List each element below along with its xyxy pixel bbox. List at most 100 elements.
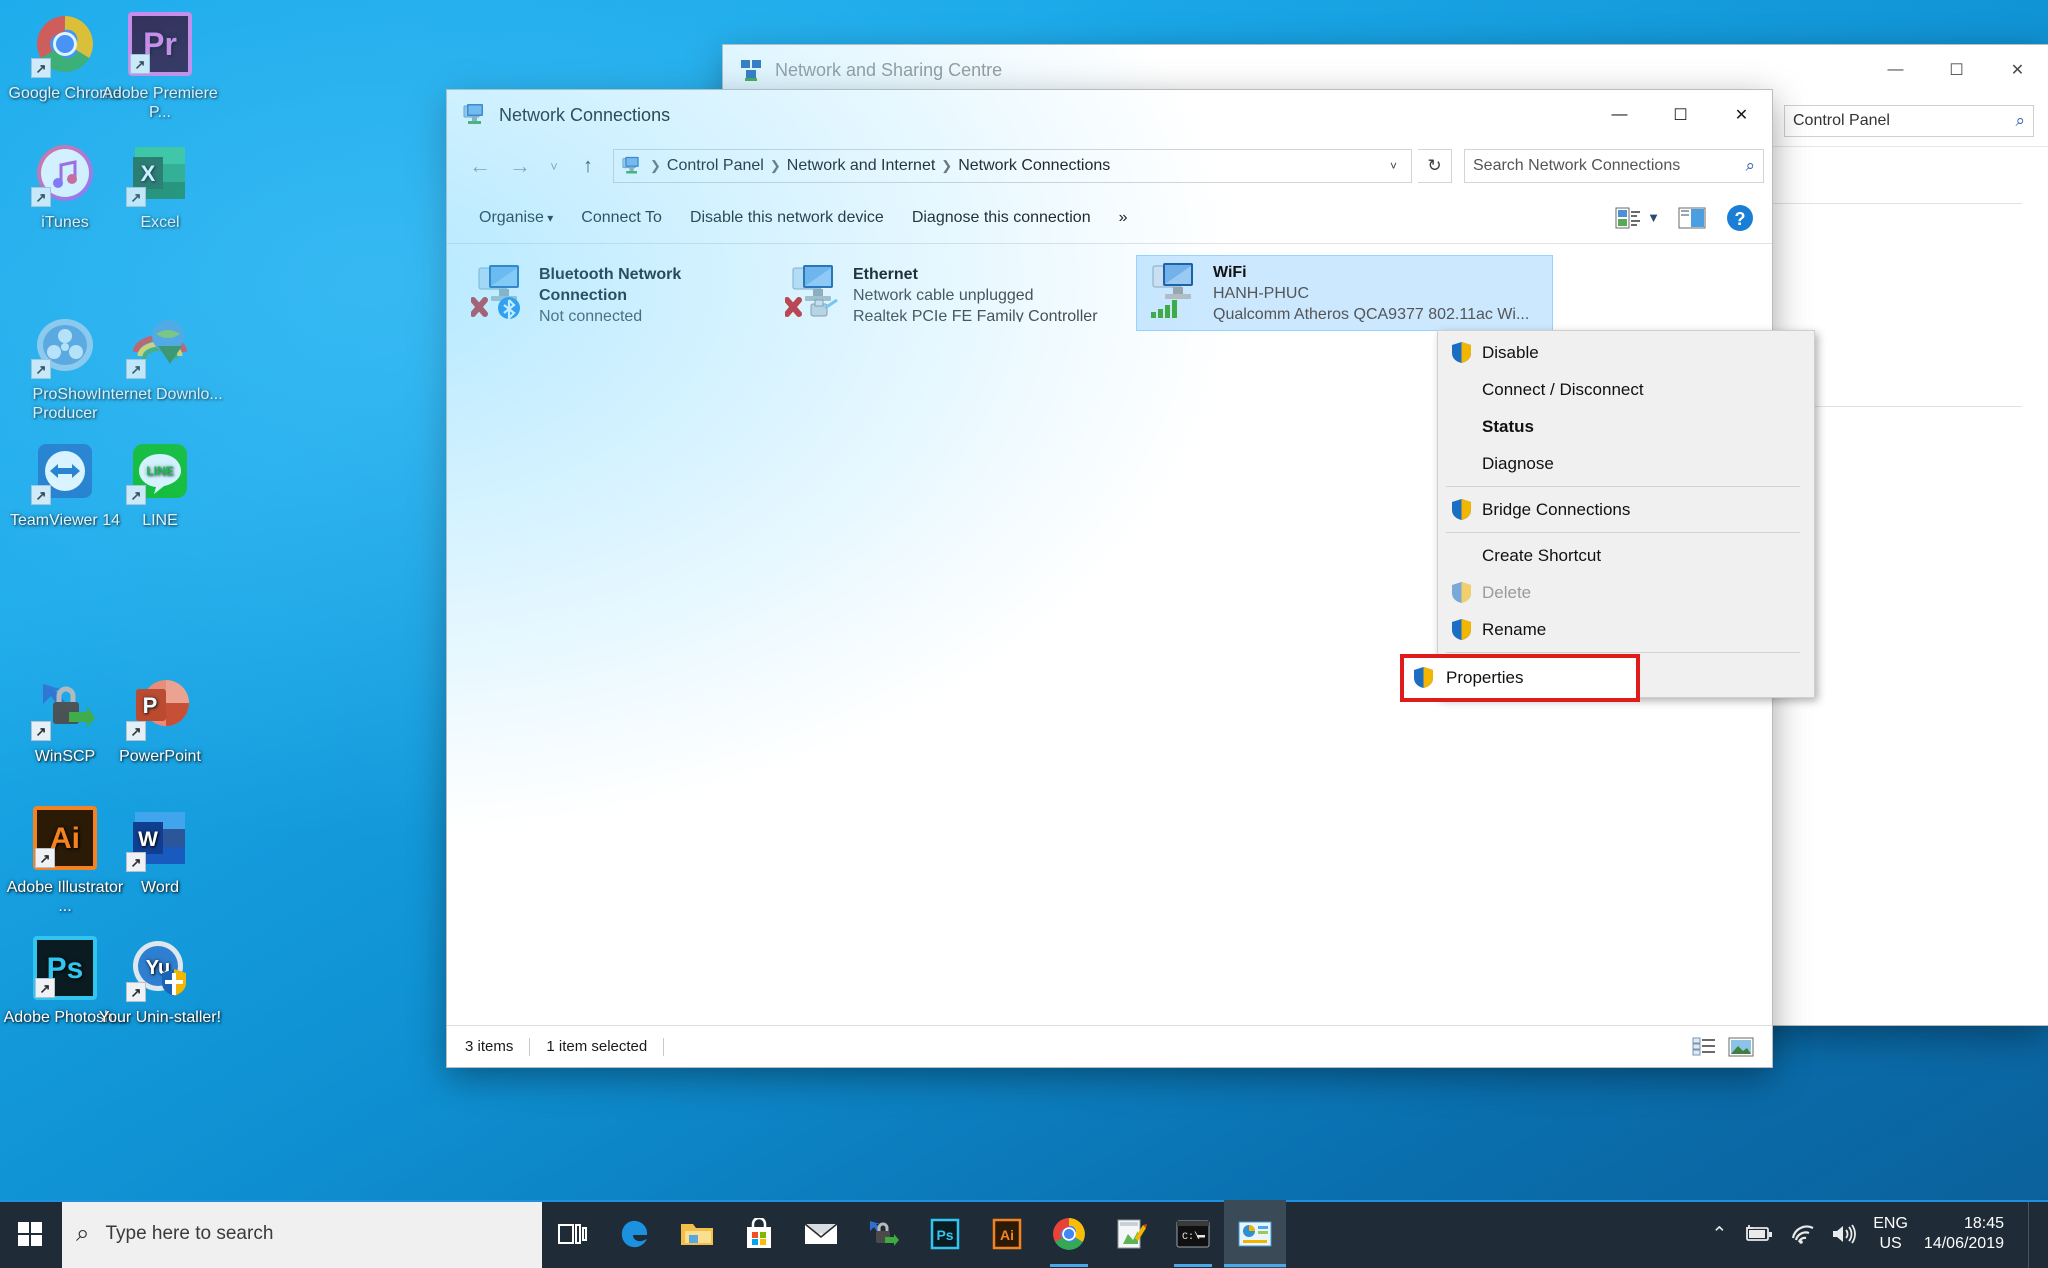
connection-text: Ethernet Network cable unplugged Realtek… [847,264,1098,322]
nc-titlebar[interactable]: Network Connections — ☐ ✕ [447,90,1772,140]
desktop-icon-adobe-premiere[interactable]: Pr ↗ Adobe Premiere P... [95,12,225,122]
help-icon[interactable]: ? [1712,204,1754,232]
taskbar-file-explorer-button[interactable] [666,1200,728,1268]
taskbar-search-input[interactable]: ⌕ Type here to search [62,1200,542,1268]
details-view-icon[interactable] [1692,1037,1716,1057]
connection-item-bluetooth[interactable]: Bluetooth Network Connection Not connect… [463,258,773,328]
nsc-close-button[interactable]: ✕ [1987,45,2048,95]
context-menu-item-diagnose[interactable]: Diagnose [1438,445,1814,482]
taskbar-microsoft-store-button[interactable] [728,1200,790,1268]
properties-highlight-content[interactable]: Properties [1400,654,1640,702]
desktop-icon-word[interactable]: W ↗ Word [95,806,225,897]
status-divider [529,1037,531,1056]
desktop-icon-label: PowerPoint [119,748,201,765]
connection-status: HANH-PHUC [1213,285,1309,302]
show-hidden-icons-chevron-up-icon[interactable]: ⌃ [1711,1223,1727,1246]
start-button[interactable] [0,1200,62,1268]
nc-close-button[interactable]: ✕ [1711,90,1772,140]
connection-device: Qualcomm Atheros QCA9377 802.11ac Wi... [1213,306,1530,323]
change-view-chevron-down-icon[interactable]: ▼ [1647,210,1660,225]
taskbar-control-panel-button[interactable] [1224,1200,1286,1268]
forward-button[interactable]: → [501,147,539,185]
desktop: ↗ Google Chrome Pr ↗ Adobe Premiere P...… [0,0,2048,1268]
context-menu-item-rename[interactable]: Rename [1438,611,1814,648]
nsc-search-text: Control Panel [1793,111,1890,129]
desktop-icon-your-uninstaller[interactable]: Yu ↗ Your Unin-staller! [95,936,225,1027]
context-menu-separator [1446,532,1800,533]
desktop-icon-label: Adobe Premiere P... [102,85,218,121]
language-indicator[interactable]: ENG US [1873,1214,1908,1254]
breadcrumb-item-network-connections[interactable]: Network Connections [954,157,1114,175]
context-menu-separator [1446,652,1800,653]
nc-minimize-button[interactable]: — [1589,90,1650,140]
taskbar-winscp-button[interactable] [852,1200,914,1268]
desktop-icon-label: Excel [140,214,180,231]
preview-pane-icon[interactable] [1666,206,1706,230]
shortcut-arrow-icon: ↗ [31,187,51,207]
itunes-icon: ↗ [31,141,97,207]
desktop-icon-excel[interactable]: X ↗ Excel [95,141,225,232]
breadcrumb-item-control-panel[interactable]: Control Panel [663,157,768,175]
organise-button[interactable]: Organise [465,203,567,233]
status-selection-count: 1 item selected [546,1038,648,1055]
desktop-icon-line[interactable]: LINE ↗ LINE [95,439,225,530]
taskbar-illustrator-button[interactable]: Ai [976,1200,1038,1268]
breadcrumb[interactable]: ❯ Control Panel ❯ Network and Internet ❯… [613,149,1412,183]
context-menu-item-bridge-connections[interactable]: Bridge Connections [1438,491,1814,528]
shortcut-arrow-icon: ↗ [126,852,146,872]
search-input[interactable]: Search Network Connections ⌕ [1464,149,1764,183]
context-menu-item-create-shortcut[interactable]: Create Shortcut [1438,537,1814,574]
taskbar-notepad-editor-button[interactable] [1100,1200,1162,1268]
connect-to-button[interactable]: Connect To [567,203,676,233]
svg-text:P: P [143,693,158,718]
clock-time: 18:45 [1963,1215,2004,1232]
nsc-minimize-button[interactable]: — [1865,45,1926,95]
disable-network-device-button[interactable]: Disable this network device [676,203,898,233]
photoshop-icon: Ps ↗ [33,936,97,1000]
taskbar-mail-button[interactable] [790,1200,852,1268]
svg-text:X: X [141,161,156,186]
nsc-titlebar[interactable]: Network and Sharing Centre — ☐ ✕ [723,45,2048,95]
taskbar-chrome-button[interactable] [1038,1200,1100,1268]
nsc-search-input[interactable]: Control Panel ⌕ [1784,104,2034,137]
recent-locations-button[interactable]: ˅ [541,147,567,185]
connection-item-wifi[interactable]: WiFi HANH-PHUC Qualcomm Atheros QCA9377 … [1136,255,1553,331]
connection-name: Ethernet [853,266,918,283]
context-menu-item-status[interactable]: Status [1438,408,1814,445]
wifi-icon[interactable] [1789,1224,1815,1244]
desktop-icon-label: LINE [142,512,178,529]
clock-date: 14/06/2019 [1923,1235,2004,1252]
desktop-icon-internet-download-manager[interactable]: ↗ Internet Downlo... [95,313,225,404]
nsc-maximize-button[interactable]: ☐ [1926,45,1987,95]
speaker-icon[interactable] [1831,1224,1857,1244]
show-desktop-button[interactable] [2028,1200,2038,1268]
desktop-icon-powerpoint[interactable]: P ↗ PowerPoint [95,675,225,766]
back-button[interactable]: ← [461,147,499,185]
large-icons-view-icon[interactable] [1728,1037,1754,1057]
connection-status: Network cable unplugged [853,287,1034,304]
change-view-icon[interactable] [1615,206,1641,230]
clock[interactable]: 18:45 14/06/2019 [1924,1214,2012,1254]
uac-shield-icon [1452,619,1482,640]
taskbar-edge-button[interactable] [604,1200,666,1268]
taskbar: ⌕ Type here to search Ps Ai C:\ ⌃ ENG US… [0,1200,2048,1268]
chevron-down-icon[interactable]: ˅ [1382,159,1405,173]
context-menu-item-connect-disconnect[interactable]: Connect / Disconnect [1438,371,1814,408]
taskbar-photoshop-button[interactable]: Ps [914,1200,976,1268]
breadcrumb-item-network-and-internet[interactable]: Network and Internet [783,157,940,175]
nc-maximize-button[interactable]: ☐ [1650,90,1711,140]
toolbar-overflow-button[interactable]: » [1105,203,1142,233]
taskbar-task-view-button[interactable] [542,1200,604,1268]
context-menu-label: Rename [1482,619,1547,639]
context-menu-item-delete: Delete [1438,574,1814,611]
taskbar-app-icons: Ps Ai C:\ [542,1200,1286,1268]
context-menu-item-disable[interactable]: Disable [1438,334,1814,371]
connection-item-ethernet[interactable]: Ethernet Network cable unplugged Realtek… [777,258,1122,328]
diagnose-connection-button[interactable]: Diagnose this connection [898,203,1105,233]
battery-charging-icon[interactable] [1743,1224,1773,1244]
taskbar-command-prompt-button[interactable]: C:\ [1162,1200,1224,1268]
up-button[interactable]: ↑ [569,147,607,185]
refresh-button[interactable]: ↻ [1418,149,1452,183]
wifi-context-menu[interactable]: Disable Connect / Disconnect Status Diag… [1437,330,1815,698]
shortcut-arrow-icon: ↗ [126,187,146,207]
